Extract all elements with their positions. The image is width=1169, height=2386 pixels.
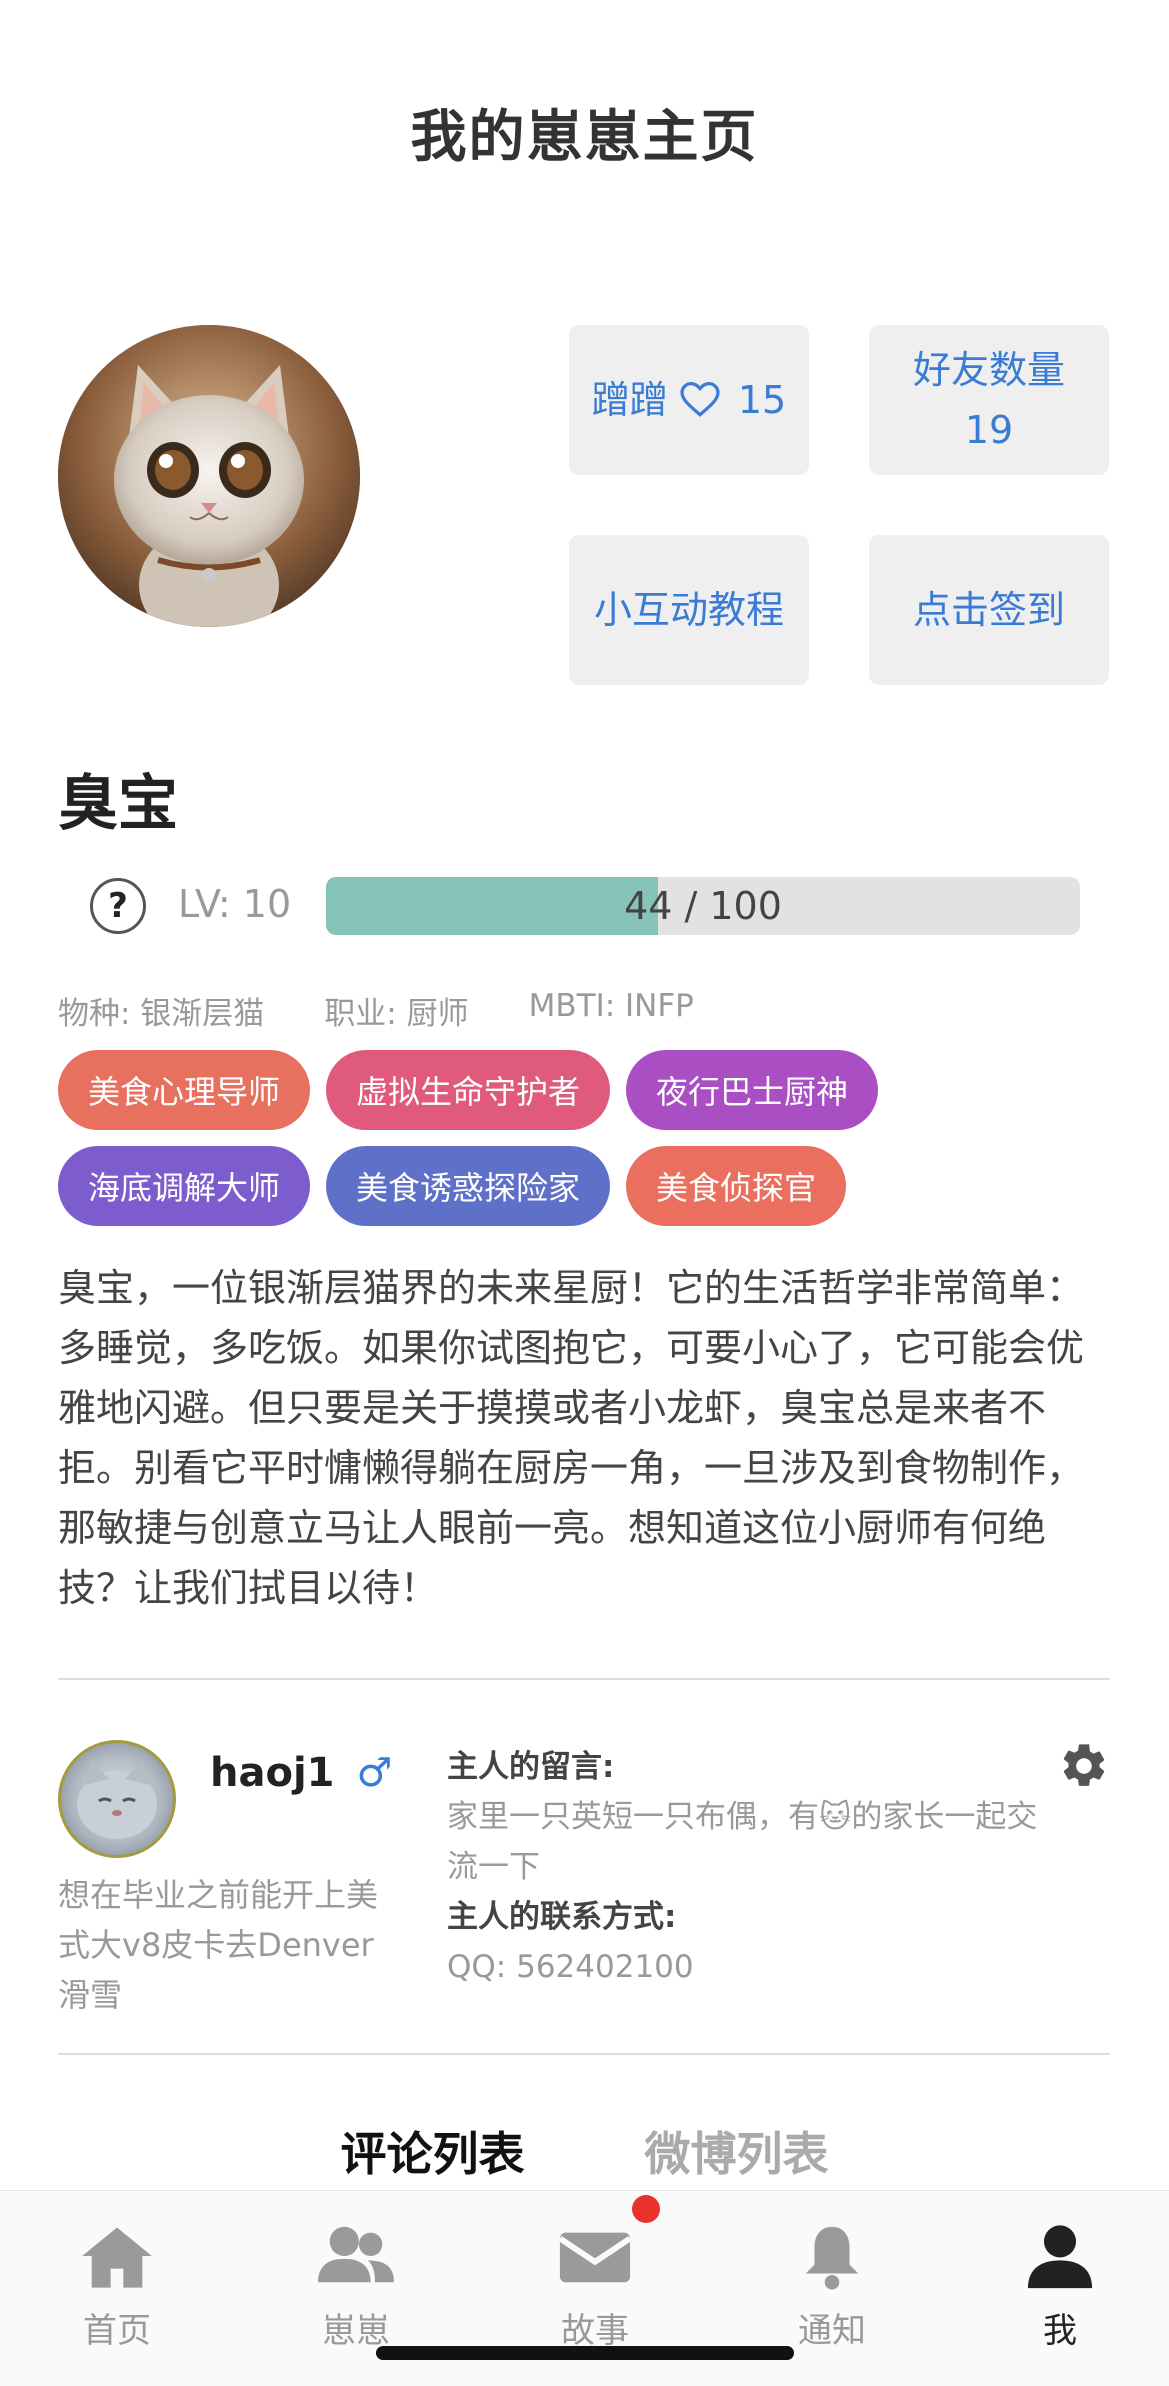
- nav-stories-label: 故事: [561, 2311, 629, 2351]
- checkin-label: 点击签到: [912, 588, 1065, 632]
- nav-me-label: 我: [1043, 2311, 1077, 2351]
- nav-home[interactable]: 首页: [42, 2221, 192, 2352]
- pet-tag[interactable]: 美食侦探官: [626, 1146, 847, 1226]
- male-gender-icon: ♂: [356, 1750, 393, 1796]
- owner-message-label: 主人的留言:: [447, 1749, 615, 1785]
- nav-notify-label: 通知: [798, 2311, 866, 2351]
- divider-top: [58, 1678, 1110, 1680]
- job-text: 职业: 厨师: [324, 996, 469, 1032]
- notification-badge: [632, 2195, 660, 2223]
- heart-icon: [680, 382, 720, 417]
- divider-bottom: [58, 2053, 1110, 2055]
- cat-illustration: [58, 325, 360, 627]
- home-icon: [82, 2227, 152, 2288]
- level-help-button[interactable]: ?: [90, 878, 146, 934]
- tab-comments[interactable]: 评论列表: [341, 2118, 525, 2184]
- owner-name: haoj1: [210, 1750, 335, 1796]
- bell-icon: [805, 2226, 859, 2290]
- pet-tag[interactable]: 夜行巴士厨神: [626, 1050, 879, 1130]
- nav-pets-label: 崽崽: [322, 2311, 390, 2351]
- pet-meta: 物种: 银渐层猫 职业: 厨师 MBTI: INFP: [58, 988, 694, 1033]
- tutorial-label: 小互动教程: [593, 588, 784, 632]
- owner-message-text: 家里一只英短一只布偶，有🐱的家长一起交流一下: [447, 1792, 1047, 1892]
- users-icon: [318, 2226, 394, 2283]
- content-tabs: 评论列表 微博列表: [0, 2118, 1169, 2184]
- exp-progress-text: 44 / 100: [624, 884, 782, 928]
- nav-me[interactable]: 我: [985, 2221, 1135, 2352]
- user-icon: [1027, 2225, 1093, 2289]
- cat-emoji-icon: 🐱: [819, 1799, 852, 1835]
- owner-contact-value: QQ: 562402100: [447, 1949, 694, 1985]
- owner-cat-photo: [77, 1761, 157, 1839]
- likes-label: 蹭蹭: [591, 378, 668, 422]
- mbti-text: MBTI: INFP: [528, 988, 694, 1024]
- friends-count-button[interactable]: 好友数量 19: [869, 325, 1109, 475]
- pet-tag[interactable]: 虚拟生命守护者: [326, 1050, 611, 1130]
- pet-tags: 美食心理导师 虚拟生命守护者 夜行巴士厨神海底调解大师 美食诱惑探险家 美食侦探官: [58, 1050, 1118, 1226]
- level-text: LV: 10: [178, 882, 292, 926]
- species-text: 物种: 银渐层猫: [58, 996, 265, 1032]
- pet-bio: 臭宝，一位银渐层猫界的未来星厨！它的生活哲学非常简单：多睡觉，多吃饭。如果你试图…: [58, 1266, 1085, 1610]
- envelope-icon: [558, 2232, 632, 2283]
- pet-name: 臭宝: [58, 769, 178, 839]
- owner-message-section: 主人的留言: 家里一只英短一只布偶，有🐱的家长一起交流一下 主人的联系方式: Q…: [447, 1742, 1047, 1992]
- tutorial-button[interactable]: 小互动教程: [569, 535, 809, 685]
- pet-tag[interactable]: 美食诱惑探险家: [326, 1146, 611, 1226]
- owner-contact-label: 主人的联系方式:: [447, 1899, 677, 1935]
- pet-tag[interactable]: 海底调解大师: [58, 1146, 311, 1226]
- friends-label: 好友数量: [912, 348, 1065, 392]
- owner-message-part1: 家里一只英短一只布偶，有: [447, 1799, 819, 1835]
- nav-home-label: 首页: [83, 2311, 151, 2351]
- pet-tag[interactable]: 美食心理导师: [58, 1050, 311, 1130]
- home-indicator[interactable]: [376, 2346, 794, 2360]
- page-title: 我的崽崽主页: [410, 105, 759, 170]
- owner-bio: 想在毕业之前能开上美式大v8皮卡去Denver滑雪: [58, 1876, 379, 2014]
- checkin-button[interactable]: 点击签到: [869, 535, 1109, 685]
- owner-name-row: haoj1 ♂: [210, 1750, 392, 1796]
- owner-avatar[interactable]: [58, 1740, 176, 1858]
- likes-button[interactable]: 蹭蹭 15: [569, 325, 809, 475]
- nav-notify[interactable]: 通知: [757, 2221, 907, 2352]
- likes-count: 15: [737, 378, 787, 422]
- friends-count: 19: [964, 408, 1014, 452]
- pet-avatar[interactable]: [58, 325, 360, 627]
- exp-progress-bar: 44 / 100: [326, 877, 1080, 935]
- gear-icon[interactable]: [1058, 1740, 1110, 1792]
- nav-stories[interactable]: 故事: [520, 2221, 670, 2352]
- tab-weibo[interactable]: 微博列表: [645, 2118, 829, 2184]
- nav-pets[interactable]: 崽崽: [281, 2221, 431, 2352]
